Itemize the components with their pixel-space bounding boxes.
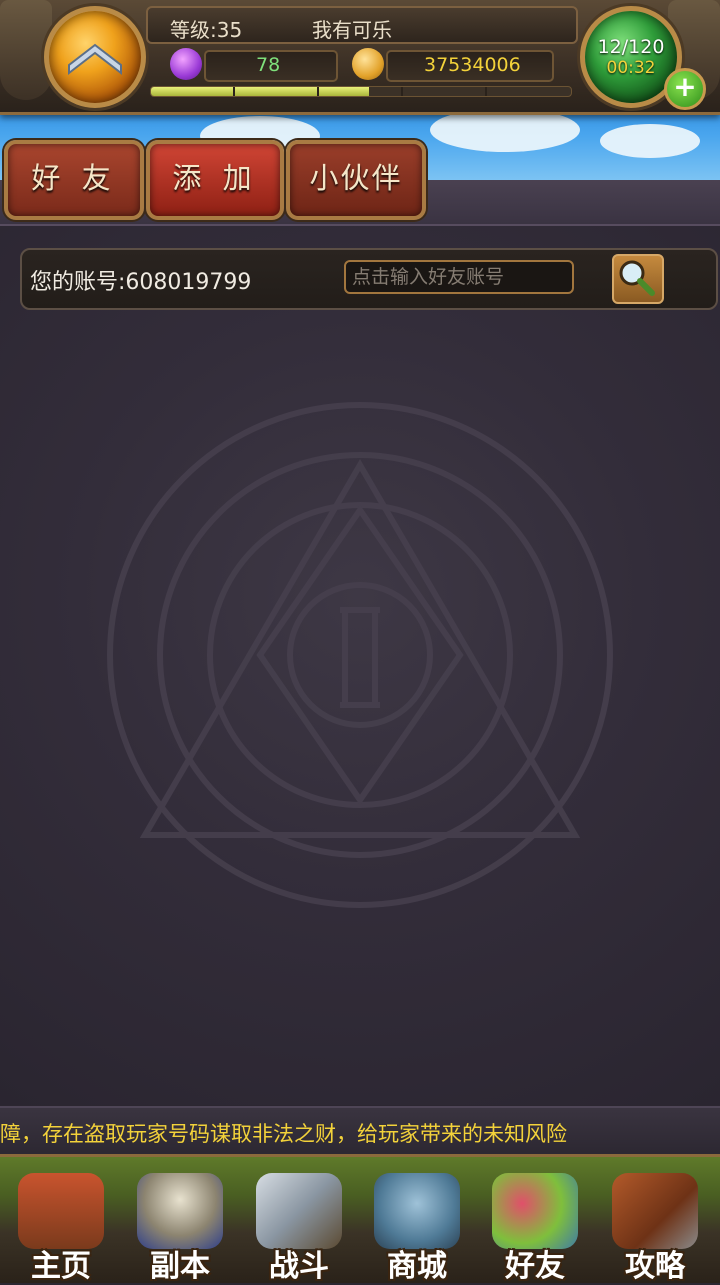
exp-divider [317,87,319,96]
stamina-value: 12/120 [597,36,665,58]
gem-counter: 78 [204,50,338,82]
account-info: 您的账号:608019799 [30,264,251,296]
announcement-ticker: 障，存在盗取玩家号码谋取非法之财，给玩家带来的未知风险 [0,1106,720,1156]
gold-counter: 37534006 [386,50,554,82]
search-button[interactable] [612,254,664,304]
nav-guide-label: 攻略 [625,1249,685,1284]
sword-icon [256,1173,342,1249]
stamina-timer: 00:32 [606,58,656,78]
rune-circle-emblem [107,402,613,908]
nav-home-label: 主页 [31,1249,91,1284]
tab-add[interactable]: 添 加 [146,140,284,220]
monster-shop-icon [374,1173,460,1249]
tab-friends[interactable]: 好 友 [4,140,144,220]
nav-shop[interactable]: 商城 [358,1157,476,1284]
nav-battle-label: 战斗 [269,1249,329,1284]
nav-shop-label: 商城 [387,1249,447,1284]
nav-battle[interactable]: 战斗 [240,1157,358,1284]
gem-icon [170,48,202,80]
account-label: 您的账号: [30,270,126,295]
nav-home[interactable]: 主页 [2,1157,120,1284]
friends-panel: 您的账号:608019799 [0,180,720,1105]
experience-bar [150,86,572,97]
add-stamina-button[interactable]: + [664,68,706,110]
rank-orb-button[interactable] [44,6,146,108]
nav-friends[interactable]: 好友 [476,1157,594,1284]
exp-divider [233,87,235,96]
nav-dungeon[interactable]: 副本 [121,1157,239,1284]
gold-coin-icon [352,48,384,80]
level-label: 等级:35 [170,18,243,42]
guide-book-icon [612,1173,698,1249]
friends-icon [492,1173,578,1249]
cloud [600,124,700,158]
gem-value: 78 [256,54,281,76]
nav-guide[interactable]: 攻略 [596,1157,714,1284]
tab-partner[interactable]: 小伙伴 [286,140,426,220]
house-icon [18,1173,104,1249]
gold-value: 37534006 [424,54,521,76]
nav-dungeon-label: 副本 [150,1249,210,1284]
bottom-navigation: 主页 副本 战斗 商城 好友 攻略 [0,1154,720,1284]
exp-divider [485,87,487,96]
top-header: 等级:35 我有可乐 78 37534006 12/120 00:32 + [0,0,720,115]
experience-fill [151,87,370,96]
magnifier-icon [619,260,655,296]
nav-friends-label: 好友 [505,1249,565,1284]
skull-icon [137,1173,223,1249]
ticker-text: 障，存在盗取玩家号码谋取非法之财，给玩家带来的未知风险 [0,1122,567,1146]
player-info-plate: 等级:35 我有可乐 [146,6,578,44]
friend-account-search-input[interactable] [344,260,574,294]
account-bar: 您的账号:608019799 [20,248,718,310]
exp-divider [401,87,403,96]
chevron-up-icon [68,43,122,76]
account-id: 608019799 [125,270,252,295]
player-name: 我有可乐 [312,18,392,42]
